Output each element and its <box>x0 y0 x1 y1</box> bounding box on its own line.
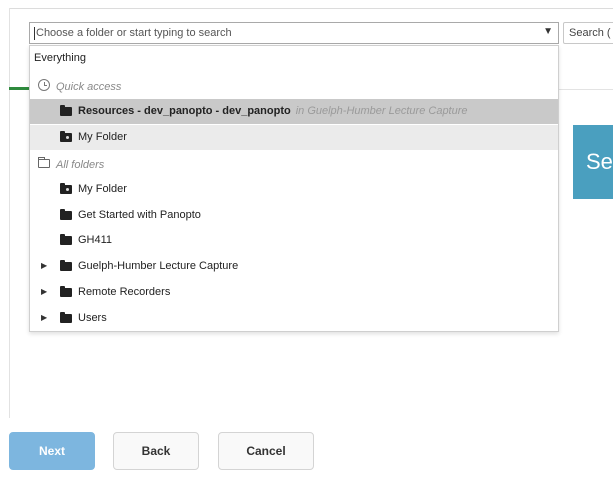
quick-access-item-my-folder[interactable]: My Folder <box>30 125 558 150</box>
all-folders-label: All folders <box>56 159 105 171</box>
folder-outline-icon <box>38 157 50 168</box>
all-folders-header: All folders <box>30 152 558 177</box>
dropdown-item-label: Everything <box>34 52 86 64</box>
folder-camera-icon <box>60 131 72 142</box>
search-input[interactable]: Search ( <box>563 22 613 44</box>
clock-icon <box>38 79 50 91</box>
folder-icon <box>60 286 72 297</box>
folder-item-users[interactable]: ▶ Users <box>30 306 558 331</box>
page-frame-top <box>9 8 613 9</box>
expand-arrow-icon[interactable]: ▶ <box>41 287 47 296</box>
folder-item-gh411[interactable]: GH411 <box>30 228 558 253</box>
next-button[interactable]: Next <box>9 432 95 470</box>
folder-item-guelph-humber[interactable]: ▶ Guelph-Humber Lecture Capture <box>30 254 558 279</box>
folder-label: GH411 <box>78 234 113 246</box>
folder-chooser-input[interactable]: Choose a folder or start typing to searc… <box>29 22 559 44</box>
quick-access-header: Quick access <box>30 74 558 99</box>
page-heading-text: Se <box>586 149 613 174</box>
folder-label: Guelph-Humber Lecture Capture <box>78 260 239 272</box>
page-heading-block: Se <box>573 125 613 199</box>
folder-icon <box>60 234 72 245</box>
quick-access-item-resources[interactable]: Resources - dev_panopto - dev_panopto in … <box>30 99 558 124</box>
chevron-down-icon[interactable]: ▼ <box>543 26 553 37</box>
folder-label: My Folder <box>78 183 127 195</box>
quick-access-label: Quick access <box>56 81 122 93</box>
content-divider <box>558 89 613 90</box>
folder-camera-icon <box>60 183 72 194</box>
cancel-button[interactable]: Cancel <box>218 432 314 470</box>
folder-label: Get Started with Panopto <box>78 209 201 221</box>
page-frame-left <box>9 8 10 418</box>
expand-arrow-icon[interactable]: ▶ <box>41 313 47 322</box>
folder-label: My Folder <box>78 131 127 143</box>
folder-icon <box>60 312 72 323</box>
folder-label: Users <box>78 312 107 324</box>
back-button[interactable]: Back <box>113 432 199 470</box>
folder-chooser-placeholder: Choose a folder or start typing to searc… <box>36 27 232 39</box>
folder-item-remote-recorders[interactable]: ▶ Remote Recorders <box>30 280 558 305</box>
folder-item-my-folder[interactable]: My Folder <box>30 177 558 202</box>
green-accent-line <box>9 87 29 90</box>
folder-icon <box>60 209 72 220</box>
folder-icon <box>60 260 72 271</box>
folder-icon <box>60 105 72 116</box>
folder-label: Remote Recorders <box>78 286 171 298</box>
dropdown-item-everything[interactable]: Everything <box>30 46 558 71</box>
folder-context: in Guelph-Humber Lecture Capture <box>295 105 468 117</box>
folder-label: Resources - dev_panopto - dev_panopto <box>78 105 291 117</box>
folder-dropdown: Everything Quick access Resources - dev_… <box>29 45 559 332</box>
expand-arrow-icon[interactable]: ▶ <box>41 261 47 270</box>
text-cursor <box>34 27 35 40</box>
folder-item-get-started[interactable]: Get Started with Panopto <box>30 203 558 228</box>
